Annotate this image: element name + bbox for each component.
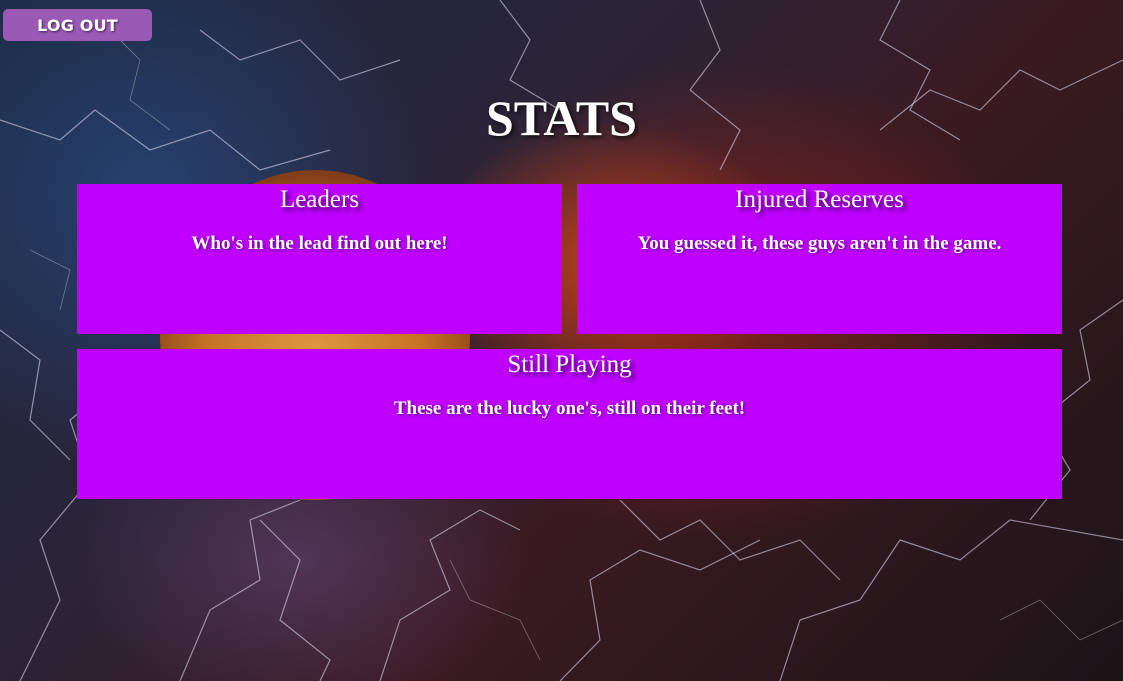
card-title: Still Playing	[507, 351, 632, 378]
injured-reserves-card[interactable]: Injured Reserves You guessed it, these g…	[577, 184, 1062, 334]
logout-button[interactable]: LOG OUT	[3, 9, 152, 41]
card-description: You guessed it, these guys aren't in the…	[637, 233, 1002, 254]
still-playing-card[interactable]: Still Playing These are the lucky one's,…	[77, 349, 1062, 499]
card-description: These are the lucky one's, still on thei…	[393, 398, 746, 419]
card-title: Leaders	[279, 186, 360, 213]
card-description: Who's in the lead find out here!	[191, 233, 448, 254]
leaders-card[interactable]: Leaders Who's in the lead find out here!	[77, 184, 562, 334]
card-title: Injured Reserves	[735, 186, 904, 213]
page-title: STATS	[485, 90, 637, 146]
